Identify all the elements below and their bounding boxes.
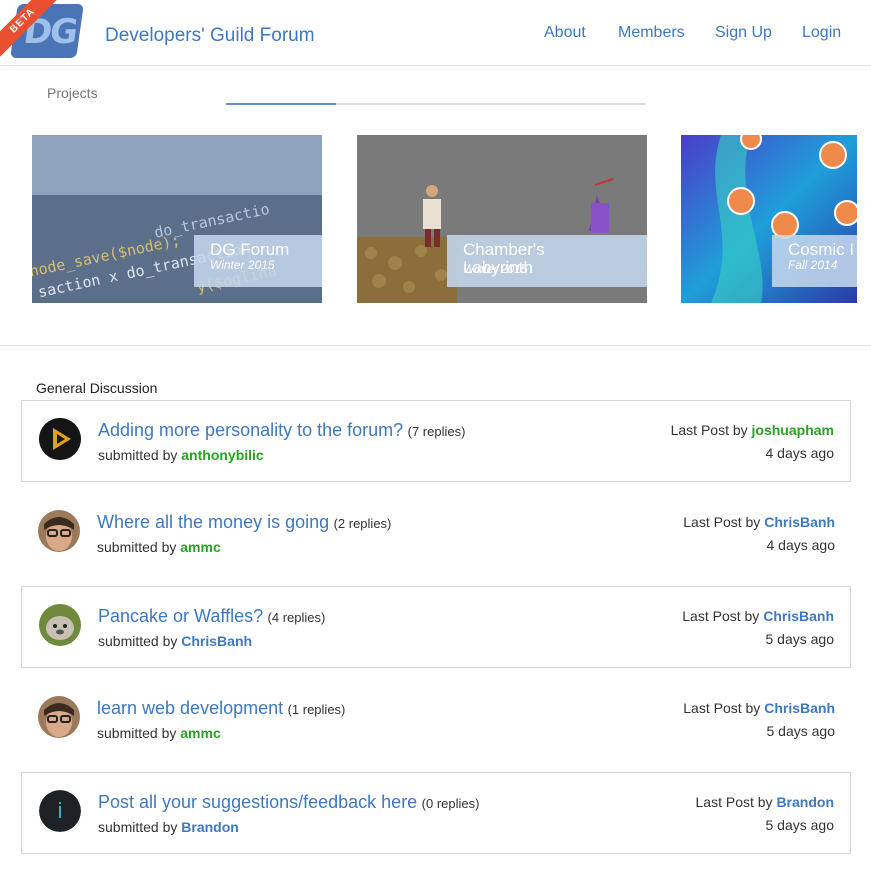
avatar[interactable] [39, 604, 81, 646]
thread-title-line: Adding more personality to the forum? (7… [98, 420, 465, 441]
thread-title-line: Post all your suggestions/feedback here … [98, 792, 479, 813]
projects-scroll-thumb[interactable] [226, 103, 336, 105]
info-icon [39, 790, 81, 832]
avatar[interactable] [38, 696, 80, 738]
reply-count: (0 replies) [421, 796, 480, 811]
last-post-time: 4 days ago [765, 445, 835, 461]
reply-count: (4 replies) [267, 610, 326, 625]
submitted-by: submitted by anthonybilic [98, 447, 264, 463]
discussion-row: Where all the money is going (2 replies)… [21, 493, 851, 575]
project-date: Winter 2015 [463, 262, 528, 276]
thread-title-link[interactable]: Adding more personality to the forum? [98, 420, 403, 440]
last-post-info: Last Post by ChrisBanh 5 days ago [682, 605, 834, 651]
submitted-by-label: submitted by [98, 633, 178, 649]
submitted-by: submitted by ChrisBanh [98, 633, 252, 649]
submitted-by-label: submitted by [98, 819, 178, 835]
avatar[interactable] [39, 790, 81, 832]
thread-title-line: learn web development (1 replies) [97, 698, 345, 719]
project-card-cosmic[interactable]: Cosmic I Fall 2014 [681, 135, 857, 303]
submitted-by: submitted by ammc [97, 539, 221, 555]
user-photo-icon [38, 696, 80, 738]
last-post-label: Last Post by [682, 608, 760, 624]
last-post-user-link[interactable]: ChrisBanh [763, 608, 834, 624]
user-photo-icon [38, 510, 80, 552]
thread-title-link[interactable]: learn web development [97, 698, 283, 718]
last-post-info: Last Post by Brandon 5 days ago [696, 791, 835, 837]
project-caption: Cosmic I Fall 2014 [772, 235, 857, 287]
discussion-row: Adding more personality to the forum? (7… [21, 400, 851, 482]
last-post-user-link[interactable]: Brandon [776, 794, 834, 810]
avatar[interactable] [39, 418, 81, 460]
last-post-user-link[interactable]: joshuapham [752, 422, 834, 438]
site-title[interactable]: Developers' Guild Forum [105, 25, 315, 47]
last-post-user-link[interactable]: ChrisBanh [764, 514, 835, 530]
submitted-by-label: submitted by [97, 725, 177, 741]
submitted-by: submitted by ammc [97, 725, 221, 741]
last-post-label: Last Post by [695, 794, 773, 810]
project-date: Winter 2015 [210, 258, 275, 272]
discussion-row: Post all your suggestions/feedback here … [21, 772, 851, 854]
discussion-row: Pancake or Waffles? (4 replies) submitte… [21, 586, 851, 668]
submitted-by: submitted by Brandon [98, 819, 239, 835]
last-post-info: Last Post by ChrisBanh 4 days ago [683, 511, 835, 557]
site-logo[interactable]: DG BETA [0, 0, 84, 62]
author-link[interactable]: ammc [180, 539, 220, 555]
projects-heading: Projects [47, 85, 98, 101]
discussion-row: learn web development (1 replies) submit… [21, 679, 851, 761]
section-divider [0, 345, 871, 346]
project-caption: Chamber's Labyrinth Winter 2015 [447, 235, 647, 287]
nav-sign-up[interactable]: Sign Up [715, 24, 772, 42]
nav-members[interactable]: Members [618, 24, 685, 42]
submitted-by-label: submitted by [98, 447, 178, 463]
last-post-time: 4 days ago [766, 537, 836, 553]
avatar[interactable] [38, 510, 80, 552]
thread-title-link[interactable]: Post all your suggestions/feedback here [98, 792, 417, 812]
reply-count: (7 replies) [407, 424, 466, 439]
last-post-info: Last Post by joshuapham 4 days ago [671, 419, 834, 465]
last-post-label: Last Post by [670, 422, 748, 438]
site-header: DG BETA Developers' Guild Forum About Me… [0, 0, 871, 66]
reply-count: (2 replies) [333, 516, 392, 531]
thread-title-line: Pancake or Waffles? (4 replies) [98, 606, 325, 627]
last-post-time: 5 days ago [765, 817, 835, 833]
pet-photo-icon [39, 604, 81, 646]
project-caption: DG Forum Winter 2015 [194, 235, 322, 287]
author-link[interactable]: Brandon [181, 819, 239, 835]
project-date: Fall 2014 [788, 258, 838, 272]
author-link[interactable]: ChrisBanh [181, 633, 252, 649]
thread-title-line: Where all the money is going (2 replies) [97, 512, 391, 533]
project-card-dg-forum[interactable]: node_save($node); do_transactio saction … [32, 135, 322, 303]
thread-title-link[interactable]: Where all the money is going [97, 512, 329, 532]
nav-about[interactable]: About [544, 24, 586, 42]
general-discussion-heading: General Discussion [36, 380, 158, 396]
author-link[interactable]: ammc [180, 725, 220, 741]
last-post-time: 5 days ago [766, 723, 836, 739]
project-title: DG Forum [210, 240, 290, 259]
projects-scrollbar[interactable] [226, 103, 646, 105]
last-post-user-link[interactable]: ChrisBanh [764, 700, 835, 716]
nav-login[interactable]: Login [802, 24, 841, 42]
last-post-label: Last Post by [683, 514, 761, 530]
last-post-info: Last Post by ChrisBanh 5 days ago [683, 697, 835, 743]
reply-count: (1 replies) [287, 702, 346, 717]
project-title: Cosmic I [788, 240, 855, 259]
submitted-by-label: submitted by [97, 539, 177, 555]
last-post-label: Last Post by [683, 700, 761, 716]
play-logo-icon [39, 418, 81, 460]
project-card-chambers-labyrinth[interactable]: Chamber's Labyrinth Winter 2015 [357, 135, 647, 303]
last-post-time: 5 days ago [765, 631, 835, 647]
thread-title-link[interactable]: Pancake or Waffles? [98, 606, 263, 626]
author-link[interactable]: anthonybilic [181, 447, 263, 463]
